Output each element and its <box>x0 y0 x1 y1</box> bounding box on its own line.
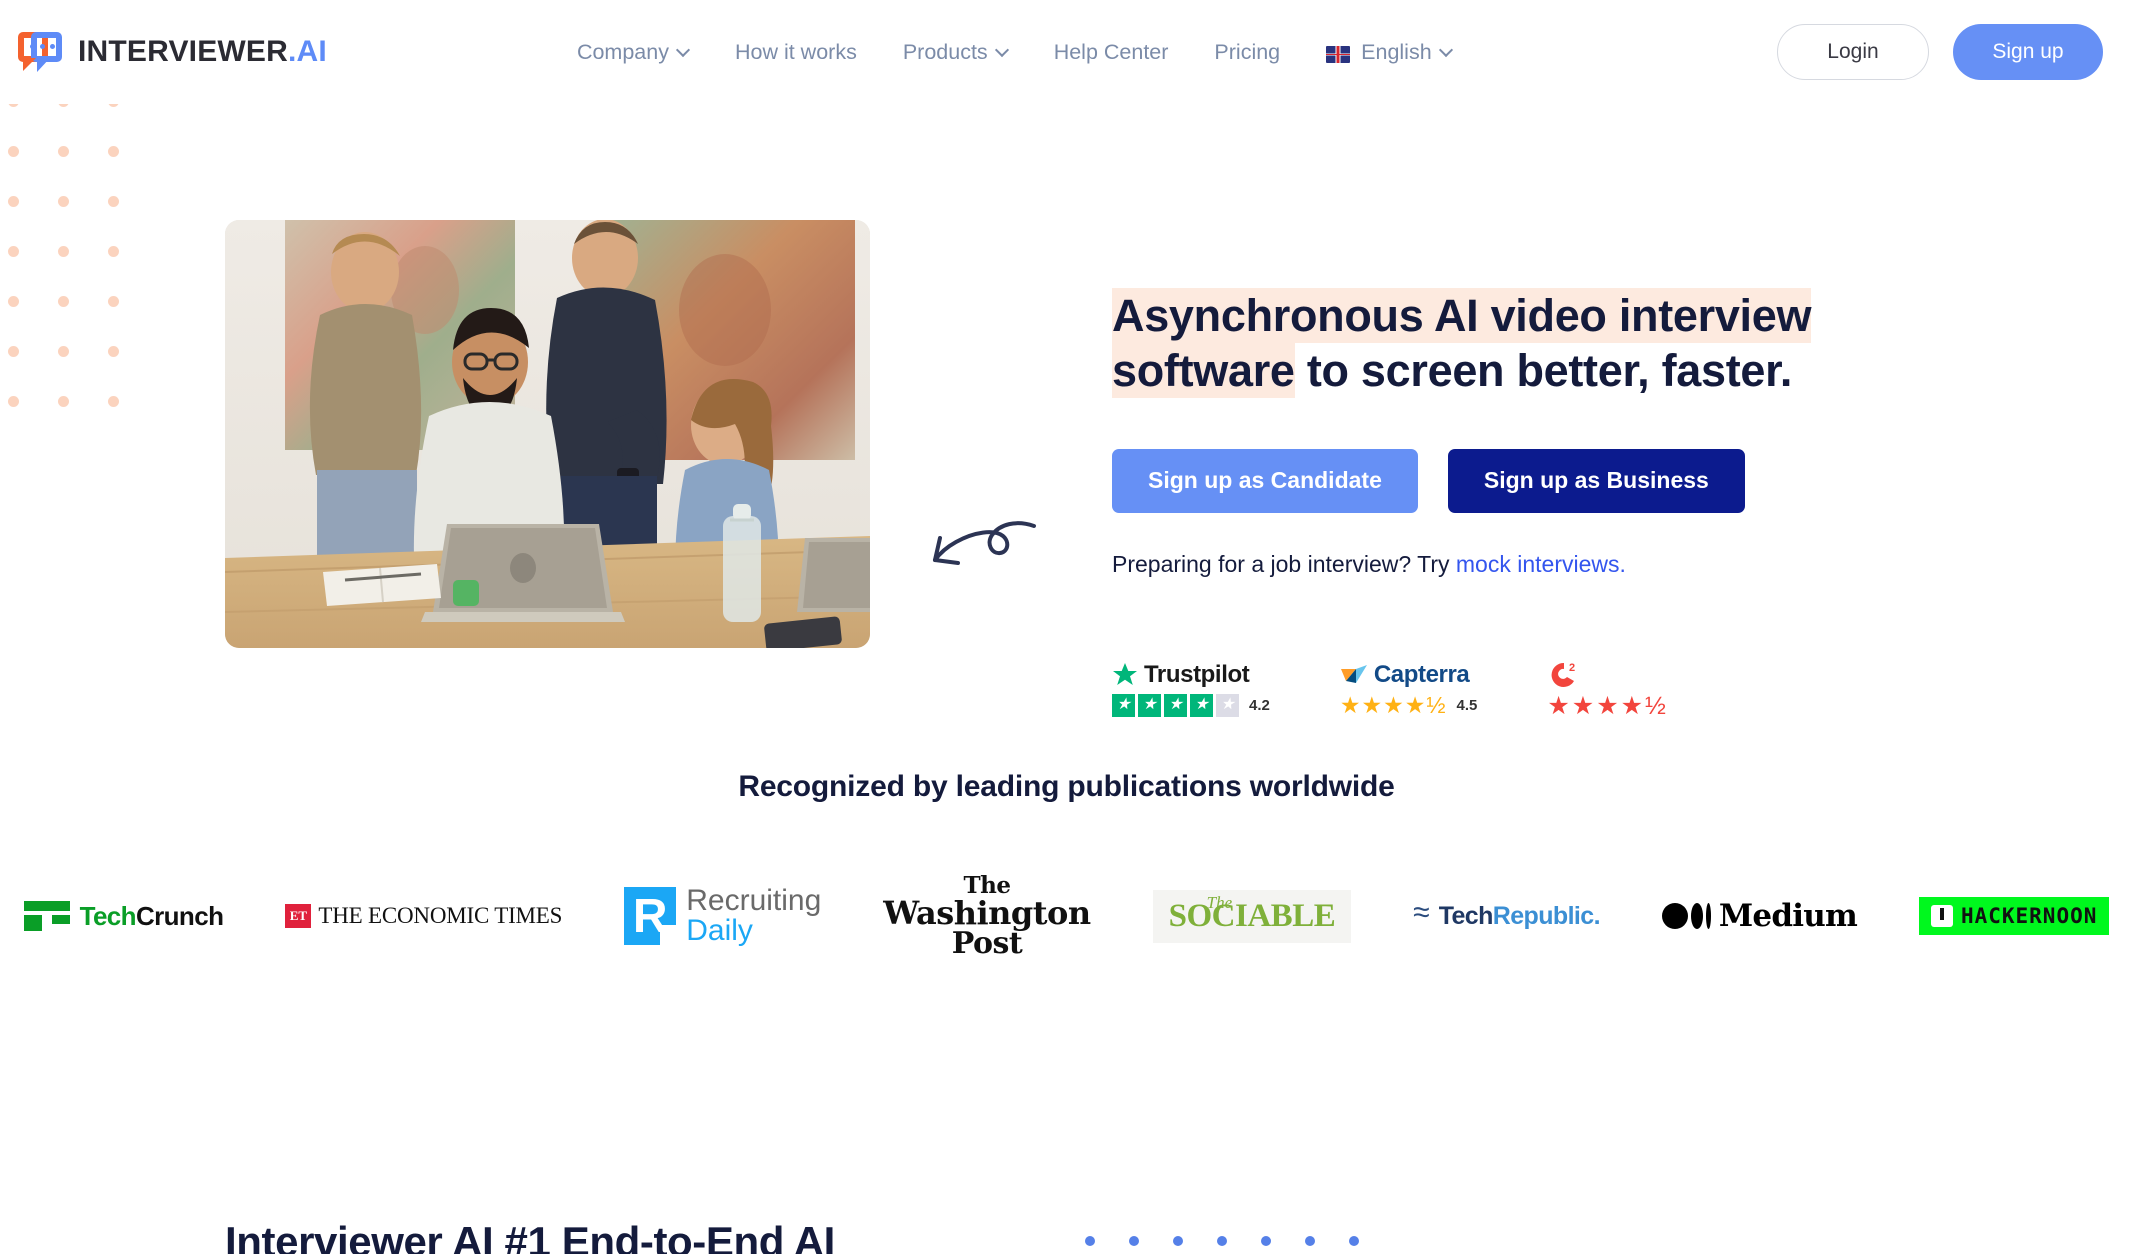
signup-as-candidate-button[interactable]: Sign up as Candidate <box>1112 448 1418 513</box>
review-badges: Trustpilot ★ ★ ★ ★ ★ 4.2 Capterra ★★★★½ … <box>1112 660 1872 719</box>
decorative-dot-row-bottom <box>1085 1236 1359 1246</box>
publication-logo-medium: Medium <box>1661 876 1858 956</box>
publications-section: Recognized by leading publications world… <box>0 770 2133 961</box>
publication-logo-economic-times: ET THE ECONOMIC TIMES <box>285 876 562 956</box>
medium-dots-icon <box>1661 903 1711 929</box>
hero-section: Asynchronous AI video interview software… <box>0 104 2133 724</box>
language-selector[interactable]: English <box>1326 40 1452 65</box>
chevron-down-icon <box>1441 45 1452 56</box>
capterra-label: Capterra <box>1373 660 1470 688</box>
capterra-rating: ★★★★½ 4.5 <box>1339 691 1478 718</box>
hero-cta-row: Sign up as Candidate Sign up as Business <box>1112 448 1872 513</box>
login-button[interactable]: Login <box>1777 24 1929 80</box>
capterra-badge-header: Capterra <box>1340 660 1478 688</box>
techcrunch-mark-icon <box>23 901 70 931</box>
nav-links: Company How it works Products Help Cente… <box>577 40 1452 65</box>
techrepublic-label-part1: Tech <box>1438 901 1494 930</box>
brand-logo[interactable]: INTERVIEWER.AI <box>18 30 327 74</box>
publications-logo-row: TechCrunch ET THE ECONOMIC TIMES R Recru… <box>0 874 2133 961</box>
trustpilot-badge[interactable]: Trustpilot ★ ★ ★ ★ ★ 4.2 <box>1112 660 1270 717</box>
techcrunch-label-part2: Crunch <box>135 900 224 931</box>
nav-actions: Login Sign up <box>1777 24 2103 80</box>
trustpilot-stars: ★ ★ ★ ★ ★ <box>1112 693 1239 717</box>
trustpilot-badge-header: Trustpilot <box>1112 660 1270 688</box>
nav-item-how-it-works[interactable]: How it works <box>735 40 857 65</box>
publications-title: Recognized by leading publications world… <box>738 770 1395 803</box>
capterra-stars: ★★★★½ <box>1339 691 1447 718</box>
medium-label: Medium <box>1718 898 1858 934</box>
capterra-logo-icon <box>1340 664 1367 683</box>
svg-text:2: 2 <box>1569 662 1575 674</box>
nav-item-help-center[interactable]: Help Center <box>1054 40 1169 65</box>
hero-headline: Asynchronous AI video interview software… <box>1112 288 1872 399</box>
publication-logo-techrepublic: ≈ TechRepublic. <box>1413 876 1600 956</box>
publication-logo-recruiting-daily: R Recruiting Daily <box>624 876 821 956</box>
recruiting-daily-mark-icon: R <box>624 887 677 945</box>
capterra-score: 4.5 <box>1456 696 1478 714</box>
decorative-dot-grid-left <box>8 96 158 446</box>
curly-arrow-doodle-icon <box>920 502 1040 572</box>
nav-item-pricing-label: Pricing <box>1214 39 1281 64</box>
nav-item-company[interactable]: Company <box>577 40 689 65</box>
capterra-badge[interactable]: Capterra ★★★★½ 4.5 <box>1339 660 1478 718</box>
nav-item-help-center-label: Help Center <box>1053 39 1169 64</box>
hero-team-photo <box>225 220 870 648</box>
landing-page: INTERVIEWER.AI Company How it works Prod… <box>0 0 2133 1254</box>
hero-copy: Asynchronous AI video interview software… <box>1112 288 1872 719</box>
nav-item-products[interactable]: Products <box>903 40 1008 65</box>
trustpilot-rating: ★ ★ ★ ★ ★ 4.2 <box>1112 693 1270 717</box>
publication-logo-hackernoon: HACKERNOON <box>1918 876 2110 956</box>
techrepublic-label-part2: Republic. <box>1492 901 1601 930</box>
nav-item-pricing[interactable]: Pricing <box>1214 40 1280 65</box>
hero-headline-rest: to screen better, faster. <box>1294 344 1793 396</box>
sociable-small-label: The <box>1206 892 1233 912</box>
signup-as-business-button[interactable]: Sign up as Business <box>1447 448 1745 513</box>
techrepublic-swoosh-icon: ≈ <box>1413 896 1430 929</box>
mock-interview-prefix: Preparing for a job interview? Try <box>1112 550 1456 577</box>
nav-item-how-it-works-label: How it works <box>734 39 857 64</box>
hackernoon-mark-icon <box>1930 905 1953 927</box>
nav-item-company-label: Company <box>576 39 669 64</box>
trustpilot-label: Trustpilot <box>1144 660 1250 688</box>
uk-flag-icon <box>1326 45 1351 63</box>
g2-rating: ★★★★½ <box>1547 691 1668 720</box>
brand-suffix: .AI <box>288 35 327 68</box>
recruiting-daily-line1: Recruiting <box>686 884 822 917</box>
brand-name: INTERVIEWER <box>78 35 289 68</box>
washington-post-line2: Washington <box>883 893 1091 932</box>
g2-badge-header: 2 <box>1547 662 1668 688</box>
economic-times-label: THE ECONOMIC TIMES <box>318 903 563 928</box>
top-navigation-bar: INTERVIEWER.AI Company How it works Prod… <box>0 0 2133 104</box>
chevron-down-icon <box>678 45 689 56</box>
nav-item-products-label: Products <box>902 39 988 64</box>
g2-logo-icon: 2 <box>1552 662 1576 687</box>
mock-interviews-link[interactable]: mock interviews. <box>1456 551 1626 577</box>
g2-badge[interactable]: 2 ★★★★½ <box>1547 662 1668 719</box>
publication-logo-techcrunch: TechCrunch <box>23 876 224 956</box>
recruiting-daily-line2: Daily <box>686 914 753 947</box>
trustpilot-score: 4.2 <box>1249 696 1270 714</box>
g2-stars: ★★★★½ <box>1547 691 1668 720</box>
language-label: English <box>1361 39 1432 64</box>
economic-times-badge-icon: ET <box>285 904 312 928</box>
techcrunch-label-part1: Tech <box>79 900 137 931</box>
sociable-label: SOCIABLE <box>1168 897 1336 934</box>
mock-interview-line: Preparing for a job interview? Try mock … <box>1112 551 1872 578</box>
hackernoon-label: HACKERNOON <box>1960 904 2098 928</box>
signup-button[interactable]: Sign up <box>1953 24 2103 80</box>
publication-logo-washington-post: The Washington Post <box>883 874 1091 961</box>
brand-wordmark: INTERVIEWER.AI <box>78 35 327 69</box>
chat-bubble-logo-icon <box>18 30 64 74</box>
washington-post-line3: Post <box>951 925 1023 961</box>
publication-logo-the-sociable: The SOCIABLE <box>1152 876 1352 956</box>
chevron-down-icon <box>997 45 1008 56</box>
trustpilot-star-icon <box>1113 663 1137 686</box>
